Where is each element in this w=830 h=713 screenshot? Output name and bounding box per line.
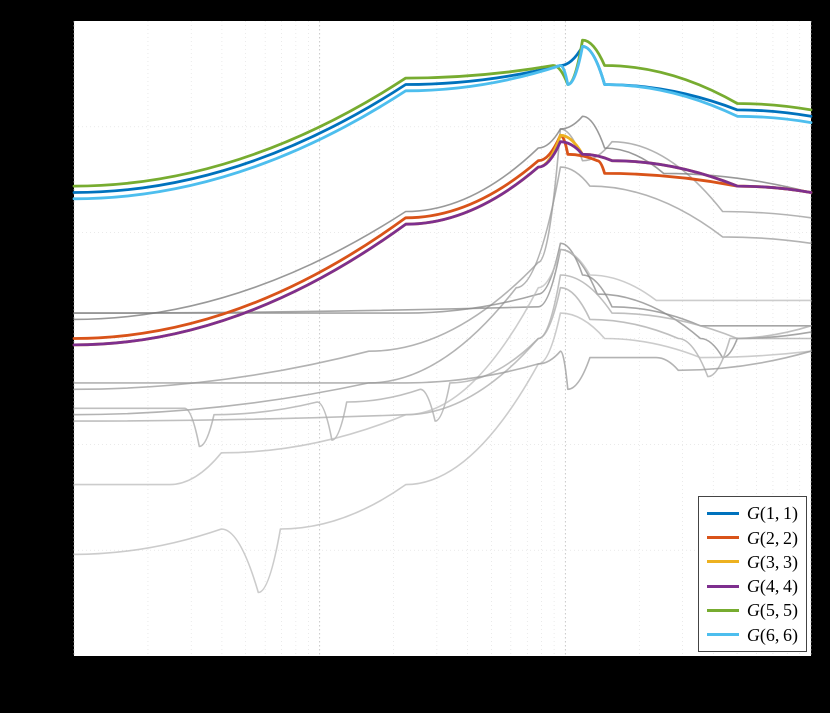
legend-label: G(4, 4) <box>747 574 798 598</box>
legend-swatch <box>707 560 739 563</box>
legend-item-0: G(1, 1) <box>707 501 798 525</box>
legend-label: G(2, 2) <box>747 526 798 550</box>
offdiag-curve-3 <box>74 250 811 358</box>
legend-item-5: G(6, 6) <box>707 623 798 647</box>
offdiag-curve-8 <box>74 116 811 319</box>
legend-label: G(6, 6) <box>747 623 798 647</box>
plot-axes: G(1, 1)G(2, 2)G(3, 3)G(4, 4)G(5, 5)G(6, … <box>73 20 812 657</box>
legend-item-1: G(2, 2) <box>707 526 798 550</box>
legend-swatch <box>707 585 739 588</box>
legend-swatch <box>707 633 739 636</box>
legend-item-3: G(4, 4) <box>707 574 798 598</box>
series-G(5,5) <box>74 40 811 186</box>
offdiag-curve-1 <box>74 167 811 415</box>
series-G(4,4) <box>74 142 811 345</box>
offdiag-curve-0 <box>74 129 811 389</box>
legend-label: G(3, 3) <box>747 550 798 574</box>
legend-item-2: G(3, 3) <box>707 550 798 574</box>
legend-swatch <box>707 536 739 539</box>
legend-label: G(5, 5) <box>747 598 798 622</box>
offdiag-curve-6 <box>74 250 811 485</box>
legend-label: G(1, 1) <box>747 501 798 525</box>
legend: G(1, 1)G(2, 2)G(3, 3)G(4, 4)G(5, 5)G(6, … <box>698 496 807 652</box>
series-curves <box>74 40 811 345</box>
legend-swatch <box>707 609 739 612</box>
series-G(6,6) <box>74 46 811 198</box>
legend-item-4: G(5, 5) <box>707 598 798 622</box>
legend-swatch <box>707 512 739 515</box>
series-G(1,1) <box>74 46 811 192</box>
